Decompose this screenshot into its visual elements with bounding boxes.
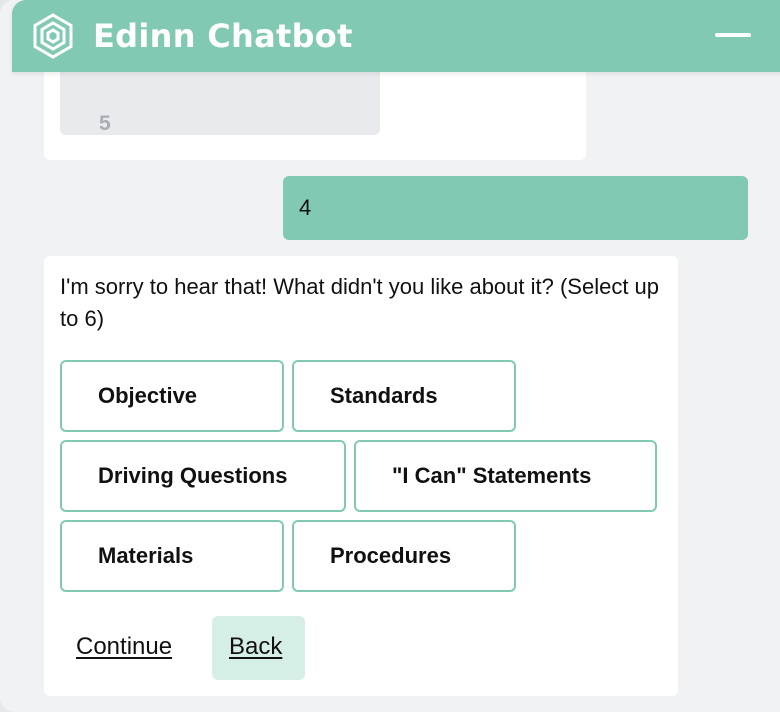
option-i-can-statements[interactable]: "I Can" Statements [354,440,657,512]
chatbot-window: 5 4 I'm sorry to hear that! What didn't … [0,0,780,712]
user-message-bubble: 4 [283,176,748,240]
continue-button[interactable]: Continue [76,633,172,661]
hexagon-logo-icon [33,13,73,59]
option-driving-questions[interactable]: Driving Questions [60,440,346,512]
option-procedures[interactable]: Procedures [292,520,516,592]
previous-option-label: 5 [99,112,111,135]
previous-option-button[interactable]: 5 [60,64,380,135]
chat-area[interactable]: 5 4 I'm sorry to hear that! What didn't … [0,0,780,712]
chatbot-header: Edinn Chatbot [12,0,780,72]
back-button[interactable]: Back [212,616,305,680]
option-standards[interactable]: Standards [292,360,516,432]
bot-message-card: I'm sorry to hear that! What didn't you … [44,256,678,696]
minimize-bar [715,33,751,37]
option-materials[interactable]: Materials [60,520,284,592]
back-button-label: Back [229,633,283,660]
user-message-text: 4 [299,195,312,220]
bot-question-text: I'm sorry to hear that! What didn't you … [60,274,660,331]
option-objective[interactable]: Objective [60,360,284,432]
chatbot-title: Edinn Chatbot [93,17,353,55]
minimize-icon[interactable] [715,30,751,42]
